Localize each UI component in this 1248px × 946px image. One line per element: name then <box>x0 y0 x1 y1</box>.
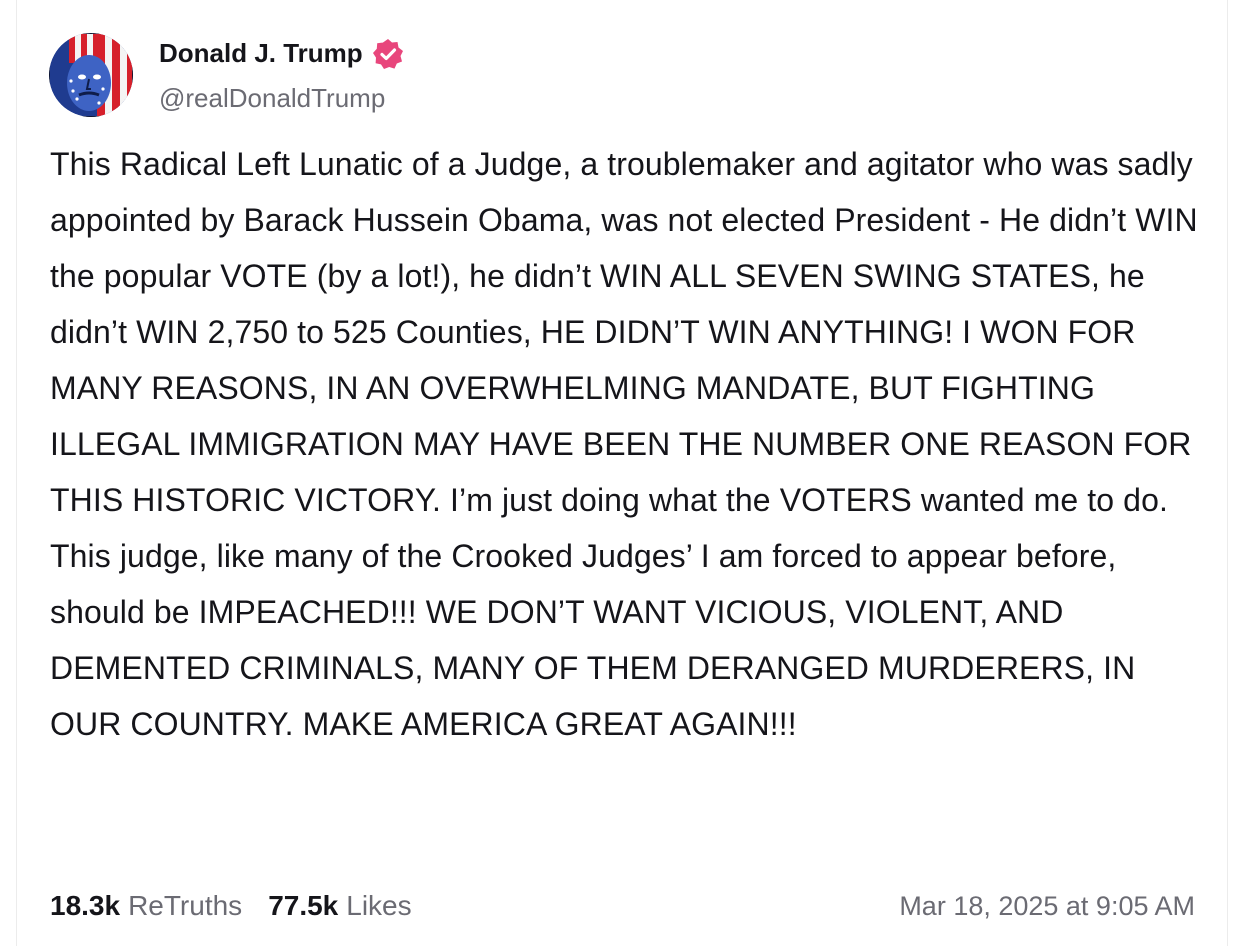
author-handle[interactable]: @realDonaldTrump <box>159 83 405 114</box>
verified-badge-icon <box>371 37 405 71</box>
likes-stat[interactable]: 77.5k Likes <box>268 890 411 922</box>
post-text: This Radical Left Lunatic of a Judge, a … <box>50 146 1198 742</box>
author-display-name[interactable]: Donald J. Trump <box>159 38 363 69</box>
retruths-label: ReTruths <box>128 890 243 921</box>
post-stats: 18.3k ReTruths 77.5k Likes <box>50 890 412 922</box>
author-info: Donald J. Trump @realDonaldTrump <box>159 37 405 114</box>
post-timestamp[interactable]: Mar 18, 2025 at 9:05 AM <box>899 891 1195 922</box>
likes-count: 77.5k <box>268 890 339 921</box>
post-footer: 18.3k ReTruths 77.5k Likes Mar 18, 2025 … <box>50 884 1195 928</box>
retruths-stat[interactable]: 18.3k ReTruths <box>50 890 242 922</box>
avatar-image <box>49 33 133 117</box>
post-card: Donald J. Trump @realDonaldTrump This Ra… <box>16 0 1228 946</box>
name-row: Donald J. Trump <box>159 37 405 71</box>
avatar[interactable] <box>49 33 133 117</box>
post-header: Donald J. Trump @realDonaldTrump <box>49 32 405 118</box>
likes-label: Likes <box>346 890 412 921</box>
retruths-count: 18.3k <box>50 890 121 921</box>
